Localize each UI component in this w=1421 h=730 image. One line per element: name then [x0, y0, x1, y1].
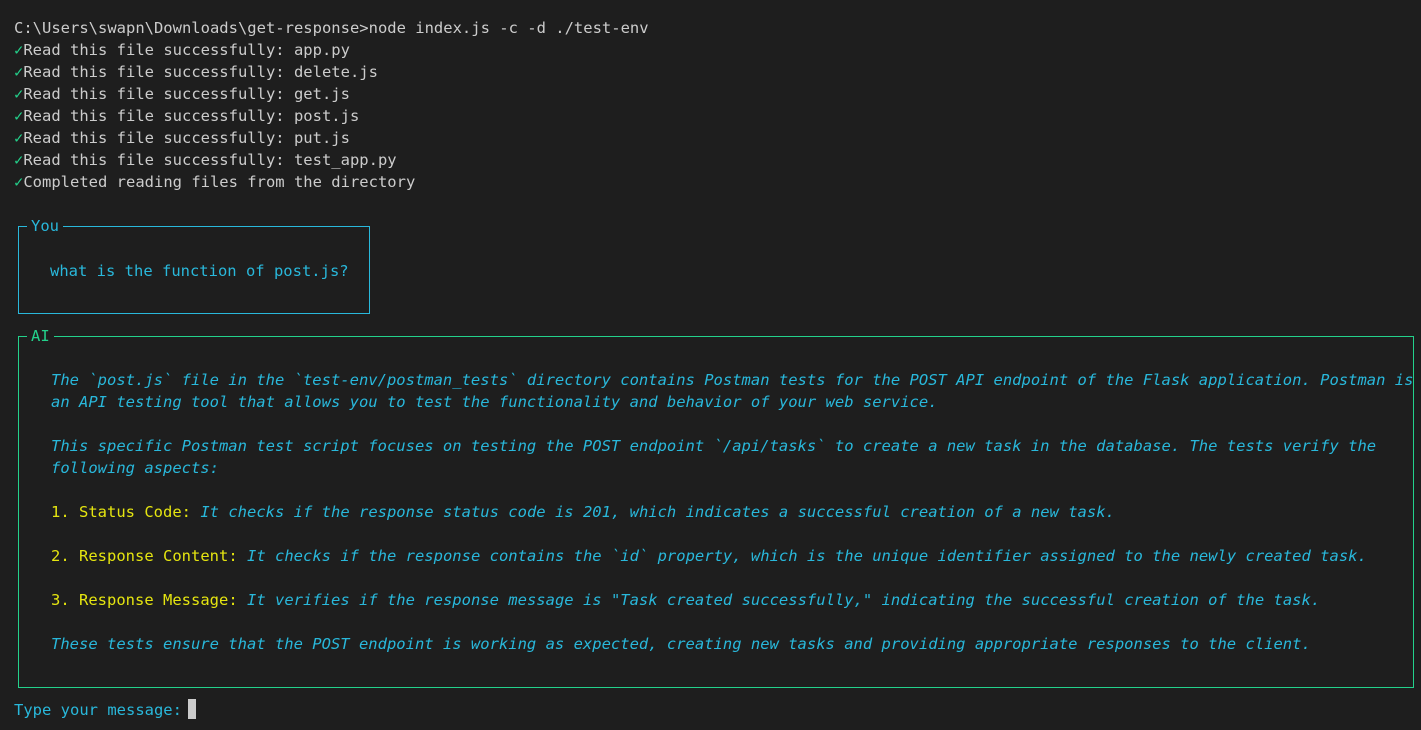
prompt-label: Type your message: — [14, 701, 182, 719]
ai-paragraph-line: an API testing tool that allows you to t… — [51, 393, 938, 411]
ai-response-box: AI The `post.js` file in the `test-env/p… — [18, 325, 1414, 688]
checkmark-icon: ✓ — [14, 63, 24, 81]
ai-paragraph-line: The `post.js` file in the `test-env/post… — [51, 371, 1414, 389]
read-status-line: ✓Read this file successfully: get.js — [14, 85, 350, 103]
ai-paragraph-line: These tests ensure that the POST endpoin… — [51, 635, 1311, 653]
ai-paragraph-line: following aspects: — [51, 459, 219, 477]
ai-box-title: AI — [27, 325, 54, 347]
checkmark-icon: ✓ — [14, 151, 24, 169]
you-message-box: You what is the function of post.js? — [18, 215, 370, 314]
ai-list-item: 2. Response Content: It checks if the re… — [51, 547, 1367, 565]
checkmark-icon: ✓ — [14, 173, 24, 191]
read-status-line: ✓Read this file successfully: post.js — [14, 107, 360, 125]
checkmark-icon: ✓ — [14, 129, 24, 147]
checkmark-icon: ✓ — [14, 85, 24, 103]
ai-list-item: 3. Response Message: It verifies if the … — [51, 591, 1321, 609]
you-box-title: You — [27, 215, 63, 237]
checkmark-icon: ✓ — [14, 41, 24, 59]
message-prompt: Type your message: — [14, 699, 196, 721]
completed-status-line: ✓Completed reading files from the direct… — [14, 173, 416, 191]
read-status-line: ✓Read this file successfully: test_app.p… — [14, 151, 397, 169]
command-line: C:\Users\swapn\Downloads\get-response>no… — [14, 19, 649, 37]
message-input[interactable] — [182, 699, 196, 721]
ai-list-item: 1. Status Code: It checks if the respons… — [51, 503, 1115, 521]
checkmark-icon: ✓ — [14, 107, 24, 125]
read-status-line: ✓Read this file successfully: put.js — [14, 129, 350, 147]
text-cursor — [187, 699, 196, 719]
read-status-line: ✓Read this file successfully: delete.js — [14, 63, 378, 81]
ai-paragraph-line: This specific Postman test script focuse… — [51, 437, 1377, 455]
terminal-window[interactable]: C:\Users\swapn\Downloads\get-response>no… — [0, 0, 1421, 730]
read-status-line: ✓Read this file successfully: app.py — [14, 41, 350, 59]
ai-response-content: The `post.js` file in the `test-env/post… — [51, 369, 1414, 655]
you-message-text: what is the function of post.js? — [50, 262, 349, 280]
